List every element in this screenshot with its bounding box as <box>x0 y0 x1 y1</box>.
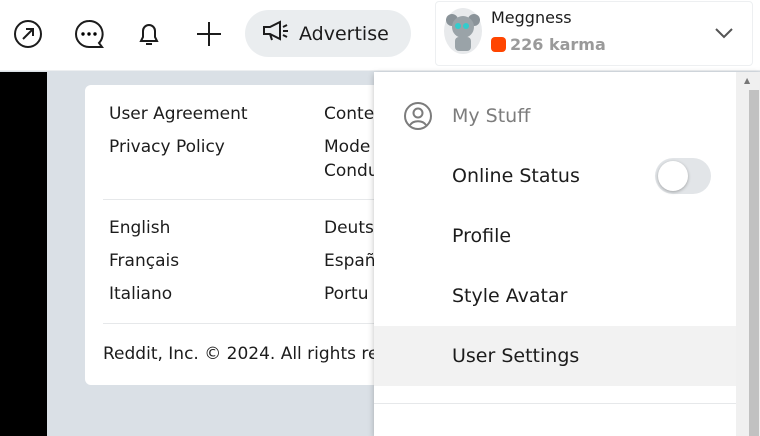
footer-link[interactable]: User Agreement <box>109 104 248 124</box>
copyright-text: Reddit, Inc. © 2024. All rights res <box>103 344 385 364</box>
online-status-toggle[interactable] <box>655 158 711 194</box>
menu-section-my-stuff: My Stuff <box>374 86 736 146</box>
karma-count: 226 karma <box>510 35 606 54</box>
avatar <box>444 8 482 54</box>
toggle-knob <box>658 161 688 191</box>
menu-item-label: Profile <box>452 225 511 247</box>
karma-icon <box>491 37 506 52</box>
user-menu-button[interactable]: Meggness 226 karma <box>435 1 753 66</box>
footer-link[interactable]: Privacy Policy <box>109 137 225 157</box>
scrollbar[interactable]: ▲ <box>736 72 760 436</box>
chevron-down-icon <box>714 24 734 43</box>
menu-section-label: My Stuff <box>452 105 530 127</box>
language-link[interactable]: Deuts <box>324 218 374 238</box>
divider <box>103 199 385 200</box>
language-link[interactable]: Portu <box>324 284 368 304</box>
language-link[interactable]: Italiano <box>109 284 172 304</box>
menu-item-label: User Settings <box>452 345 579 367</box>
scrollbar-thumb[interactable] <box>749 90 759 436</box>
divider <box>374 403 736 404</box>
top-bar: Advertise Meggness 226 karma <box>0 0 760 71</box>
notification-bell-icon[interactable] <box>131 16 167 52</box>
chat-icon[interactable] <box>71 16 107 52</box>
divider <box>103 323 385 324</box>
footer-card: User Agreement Privacy Policy Conte Mode… <box>85 85 385 385</box>
popular-icon[interactable] <box>10 16 46 52</box>
footer-link[interactable]: Conte <box>324 104 374 124</box>
user-circle-icon <box>403 101 433 136</box>
menu-item-profile[interactable]: Profile <box>374 206 736 266</box>
scroll-up-arrow-icon[interactable]: ▲ <box>744 76 750 85</box>
menu-item-user-settings[interactable]: User Settings <box>374 326 736 386</box>
left-panel <box>0 72 47 436</box>
advertise-label: Advertise <box>299 23 389 45</box>
menu-item-style-avatar[interactable]: Style Avatar <box>374 266 736 326</box>
username: Meggness <box>491 8 572 27</box>
menu-item-label: Online Status <box>452 165 580 187</box>
megaphone-icon <box>261 19 289 48</box>
language-link[interactable]: English <box>109 218 170 238</box>
language-link[interactable]: Français <box>109 251 179 271</box>
footer-link[interactable]: Mode <box>324 137 370 157</box>
advertise-button[interactable]: Advertise <box>245 10 411 57</box>
create-plus-icon[interactable] <box>191 16 227 52</box>
language-link[interactable]: Españ <box>324 251 376 271</box>
menu-item-label: Style Avatar <box>452 285 567 307</box>
user-dropdown-menu: My Stuff Online Status Profile Style Ava… <box>374 72 760 436</box>
footer-link[interactable]: Condu <box>324 161 379 181</box>
